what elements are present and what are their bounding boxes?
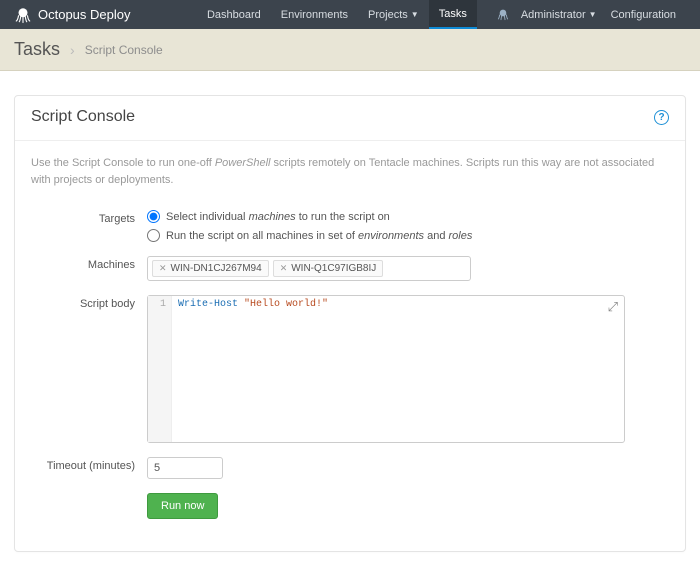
remove-tag-icon[interactable]: ✕ [280,263,288,274]
intro-em: PowerShell [215,157,271,169]
machine-tag: ✕WIN-Q1C97IGB8IJ [273,260,384,277]
help-icon[interactable]: ? [654,110,669,125]
target-radio-machines[interactable] [147,210,160,223]
breadcrumb: Tasks › Script Console [0,29,700,71]
script-console-card: Script Console ? Use the Script Console … [14,95,686,552]
editor-gutter: 1 [148,296,172,442]
card-title: Script Console [31,108,654,126]
nav-projects-label: Projects [368,9,408,21]
timeout-input[interactable] [147,457,223,479]
nav-administrator[interactable]: Administrator▼ [517,9,601,21]
script-editor[interactable]: 1 Write-Host "Hello world!" ⤢ [147,295,625,443]
run-now-label: Run now [161,500,204,512]
intro-prefix: Use the Script Console to run one-off [31,157,215,169]
script-body-label: Script body [31,295,147,310]
chevron-down-icon: ▼ [589,10,597,19]
run-now-button[interactable]: Run now [147,493,218,519]
breadcrumb-sub: Script Console [85,43,163,57]
timeout-label: Timeout (minutes) [31,457,147,472]
machine-tag: ✕ WIN-DN1CJ267M94 [152,260,269,277]
fullscreen-icon[interactable]: ⤢ [608,300,618,315]
target-radio-envs-roles[interactable] [147,229,160,242]
nav-dashboard-label: Dashboard [207,9,261,21]
nav-administrator-label: Administrator [521,9,586,21]
breadcrumb-sep-icon: › [70,42,75,58]
machine-tag-label: WIN-Q1C97IGB8IJ [291,263,376,274]
octopus-logo-icon [14,6,32,24]
editor-body[interactable]: Write-Host "Hello world!" [172,296,624,442]
remove-tag-icon[interactable]: ✕ [159,263,167,274]
nav-dashboard[interactable]: Dashboard [197,0,271,29]
nav-tasks-label: Tasks [439,8,467,20]
nav-tasks[interactable]: Tasks [429,0,477,29]
brand-label: Octopus Deploy [38,7,131,22]
target-option-machines[interactable]: Select individual machines to run the sc… [147,210,472,223]
nav-projects[interactable]: Projects▼ [358,0,429,29]
intro-text: Use the Script Console to run one-off Po… [31,155,669,188]
user-octopus-icon [495,7,511,23]
nav-environments[interactable]: Environments [271,0,358,29]
targets-label: Targets [31,210,147,225]
machine-tag-label: WIN-DN1CJ267M94 [171,263,262,274]
breadcrumb-title[interactable]: Tasks [14,39,60,60]
nav-configuration[interactable]: Configuration [601,0,686,29]
machines-label: Machines [31,256,147,271]
brand: Octopus Deploy [14,6,131,24]
machines-input[interactable]: ✕WIN-DN1CJ267M94 ✕WIN-Q1C97IGB8IJ [147,256,471,281]
target-option-envs-roles[interactable]: Run the script on all machines in set of… [147,229,472,242]
chevron-down-icon: ▼ [411,10,419,19]
nav-environments-label: Environments [281,9,348,21]
nav-configuration-label: Configuration [611,9,676,21]
